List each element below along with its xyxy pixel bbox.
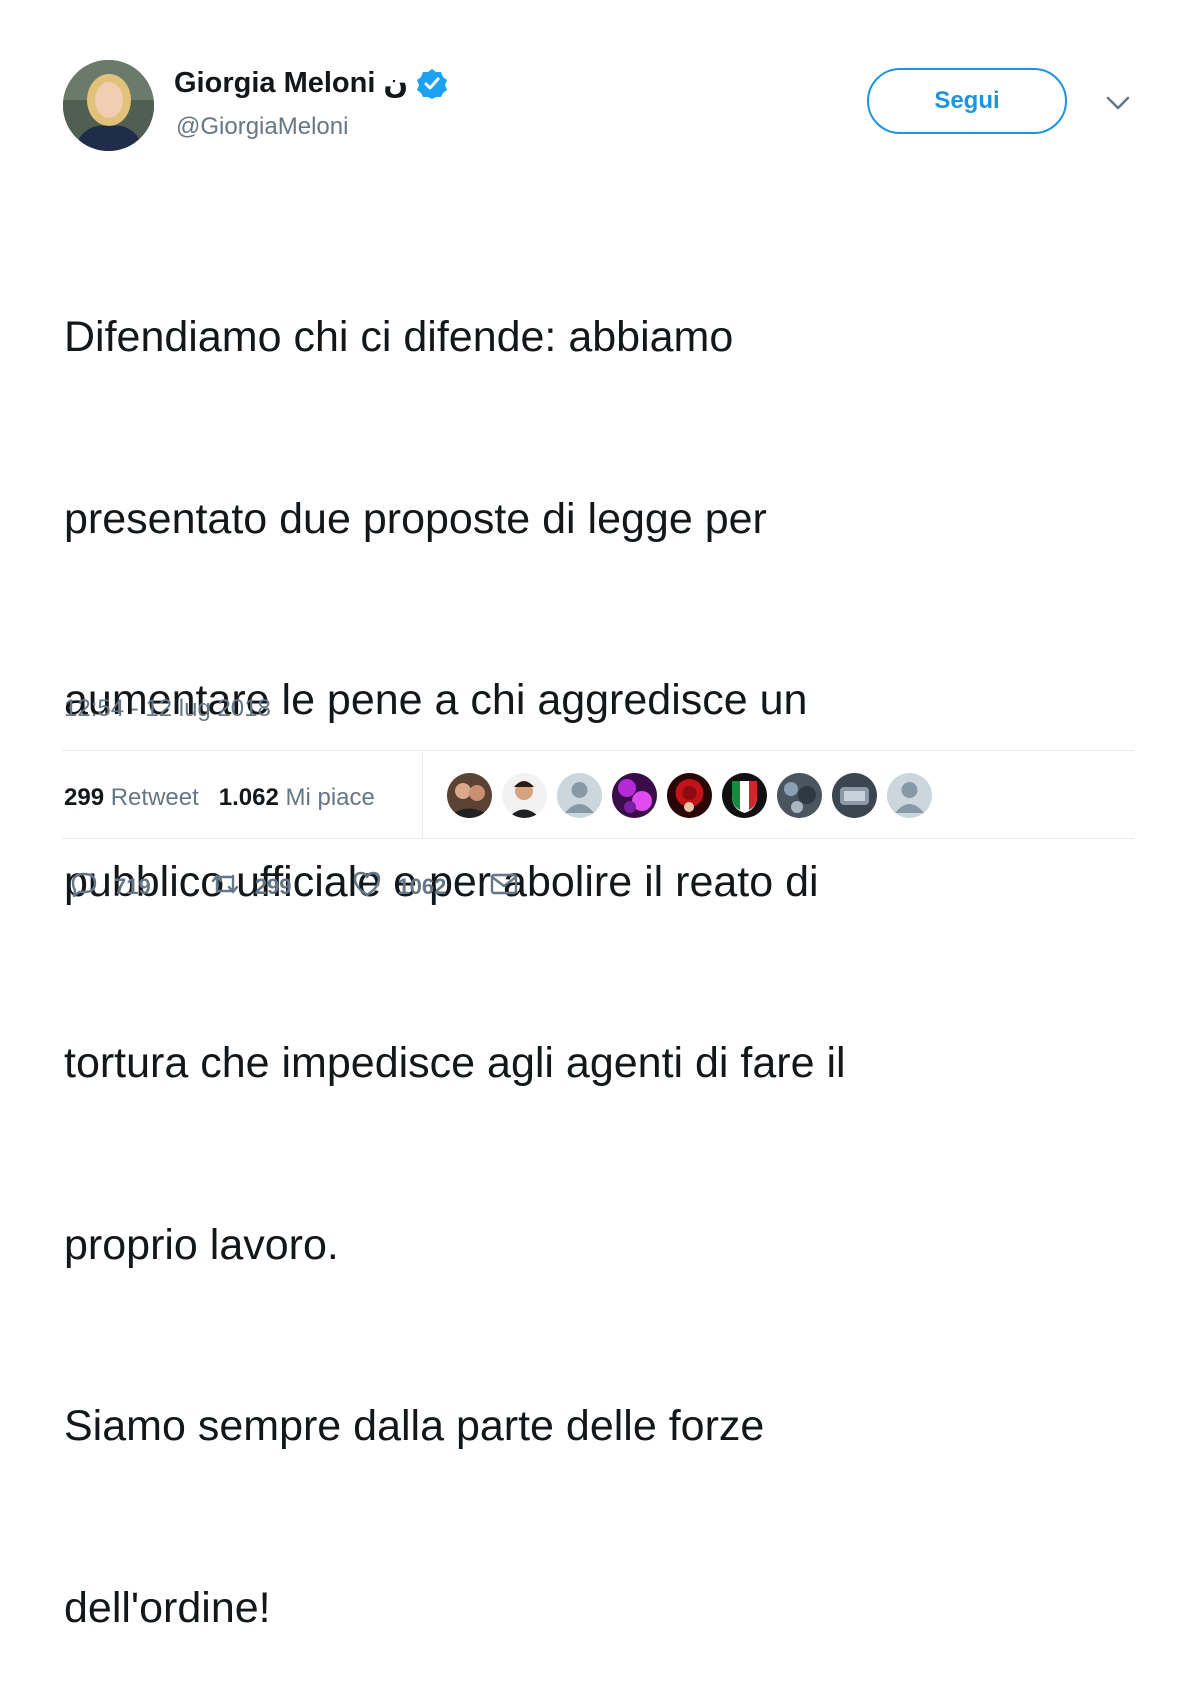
tweet-line: tortura che impedisce agli agenti di far… xyxy=(64,1039,846,1087)
liker-avatar[interactable] xyxy=(667,773,712,818)
heart-icon xyxy=(351,868,383,906)
divider xyxy=(62,838,1134,839)
divider xyxy=(62,750,1134,751)
like-stat-label: Mi piace xyxy=(285,784,375,811)
default-avatar-icon[interactable] xyxy=(887,773,932,818)
default-avatar-icon[interactable] xyxy=(557,773,602,818)
tweet-actions: 719 299 1062 xyxy=(68,868,520,906)
like-count: 1062 xyxy=(397,874,447,899)
like-stat-count: 1.062 xyxy=(218,784,279,811)
reply-icon xyxy=(68,868,100,906)
liker-avatar[interactable] xyxy=(612,773,657,818)
tweet-line: dell'ordine! xyxy=(64,1583,271,1632)
retweet-stat[interactable]: 299 Retweet xyxy=(64,784,199,812)
reply-action[interactable]: 719 xyxy=(68,868,151,906)
retweet-action[interactable]: 299 xyxy=(209,868,292,906)
liker-avatars xyxy=(447,773,932,818)
chevron-down-icon[interactable] xyxy=(1104,92,1132,114)
retweet-count: 299 xyxy=(254,874,292,899)
retweet-icon xyxy=(209,868,241,906)
liker-avatar[interactable] xyxy=(447,773,492,818)
liker-avatar[interactable] xyxy=(832,773,877,818)
verified-badge-icon xyxy=(416,68,448,100)
user-handle[interactable]: @GiorgiaMeloni xyxy=(176,113,348,141)
tweet-line: Difendiamo chi ci difende: abbiamo xyxy=(64,313,734,361)
tweet-stats: 299 Retweet 1.062 Mi piace xyxy=(64,778,375,818)
liker-avatar[interactable] xyxy=(502,773,547,818)
liker-avatar[interactable] xyxy=(777,773,822,818)
retweet-stat-label: Retweet xyxy=(110,784,199,811)
like-stat[interactable]: 1.062 Mi piace xyxy=(219,784,375,812)
tweet-line: presentato due proposte di legge per xyxy=(64,494,767,543)
envelope-icon xyxy=(488,868,520,906)
retweet-stat-count: 299 xyxy=(64,784,105,811)
tweet-text: Difendiamo chi ci difende: abbiamo prese… xyxy=(64,186,1144,1699)
tweet-line: Siamo sempre dalla parte delle forze xyxy=(64,1402,765,1450)
profile-avatar[interactable] xyxy=(63,60,154,151)
tweet-timestamp[interactable]: 12:54 - 12 lug 2018 xyxy=(64,695,271,723)
stats-separator xyxy=(422,752,423,838)
display-name[interactable]: Giorgia Meloni xyxy=(174,67,375,100)
name-suffix: ن xyxy=(383,68,409,100)
reply-count: 719 xyxy=(114,874,151,899)
display-name-row: Giorgia Meloni ن xyxy=(174,66,448,101)
follow-button[interactable]: Segui xyxy=(867,68,1067,134)
direct-message-action[interactable] xyxy=(488,868,520,906)
like-action[interactable]: 1062 xyxy=(351,868,446,906)
italy-flag-avatar-icon[interactable] xyxy=(722,773,767,818)
tweet-line: proprio lavoro. xyxy=(64,1220,339,1269)
